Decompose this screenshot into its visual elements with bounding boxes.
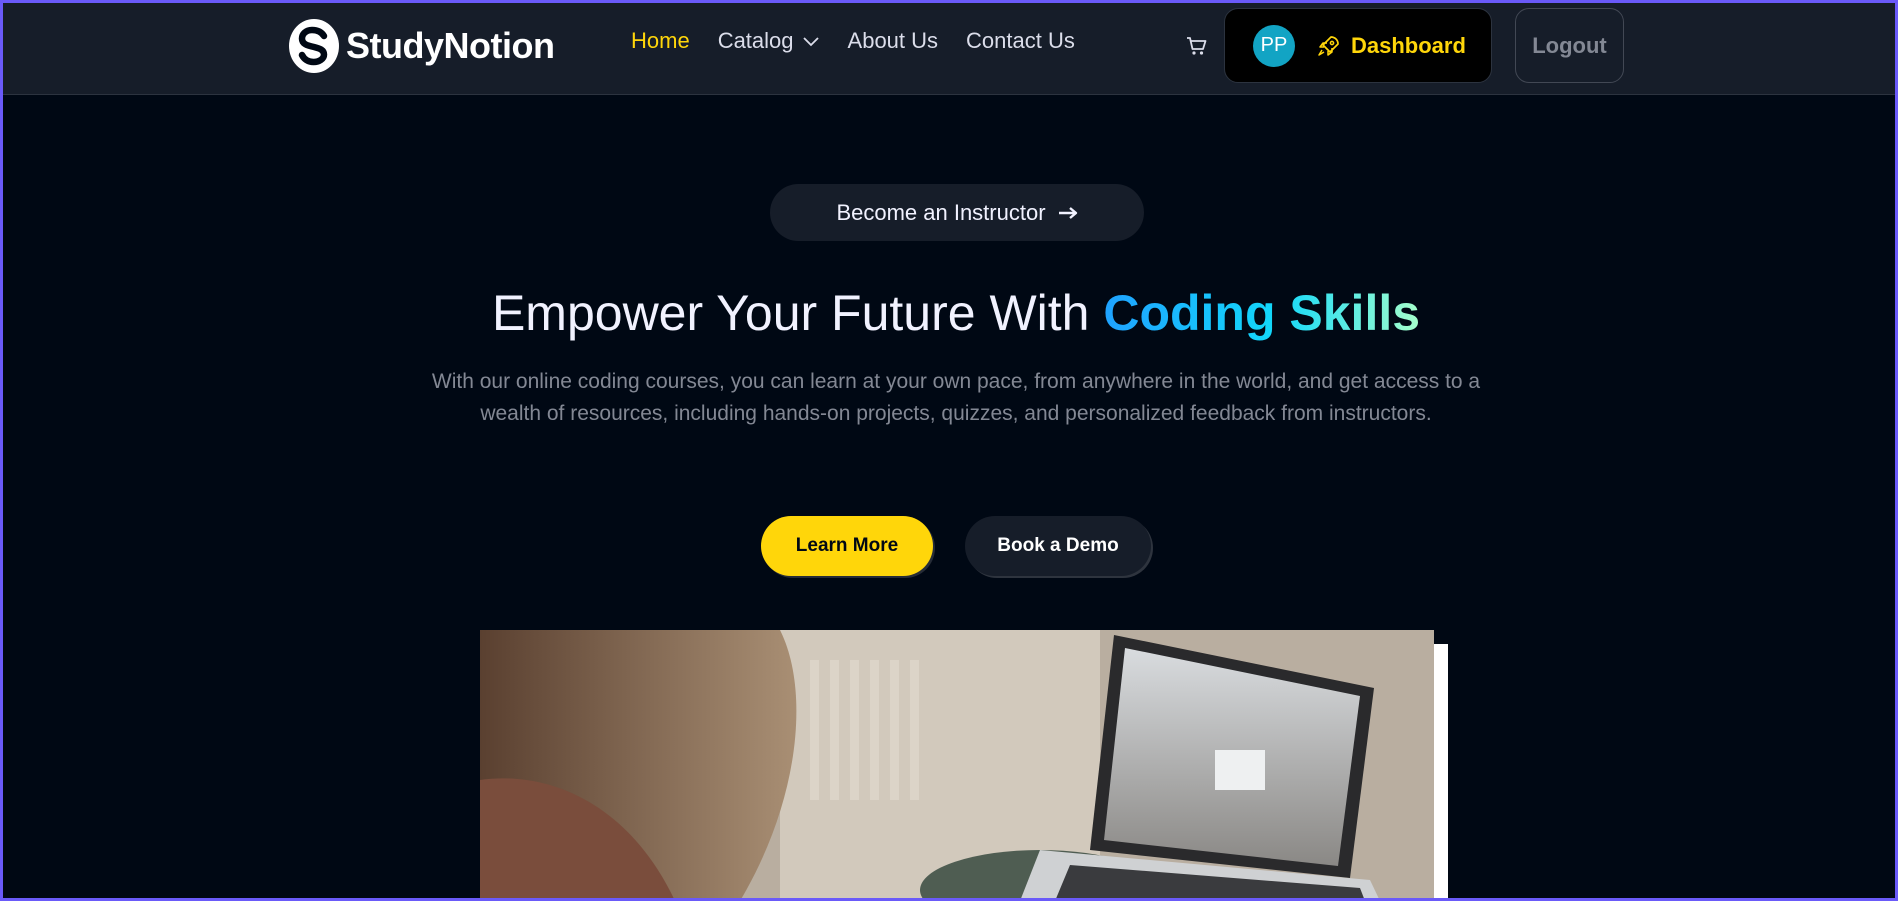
brand-name: StudyNotion [346,25,555,66]
avatar[interactable]: PP [1253,24,1295,67]
become-instructor-label: Become an Instructor [836,199,1046,225]
dashboard-label: Dashboard [1351,32,1466,58]
nav-link-about-us[interactable]: About Us [848,28,939,54]
chevron-down-icon [802,35,820,47]
logout-button[interactable]: Logout [1515,8,1624,83]
become-instructor-button[interactable]: Become an Instructor [770,184,1144,241]
top-navbar: StudyNotion Home Catalog About Us Contac… [0,0,1898,95]
nav-link-home[interactable]: Home [631,28,690,54]
nav-link-catalog[interactable]: Catalog [718,28,820,54]
hero-title-prefix: Empower Your Future With [491,285,1104,341]
hero-video[interactable] [480,630,1434,901]
dashboard-button[interactable]: PP Dashboard [1224,8,1492,83]
logo-mark-icon [289,19,339,73]
rocket-icon [1317,34,1341,58]
video-frame-illustration [480,630,1434,901]
brand-logo[interactable]: StudyNotion [289,18,555,74]
book-demo-button[interactable]: Book a Demo [965,516,1151,576]
hero-subtitle: With our online coding courses, you can … [431,370,1481,425]
nav-link-catalog-label: Catalog [717,28,794,53]
hero-title-highlight: Coding Skills [1103,285,1421,341]
main-nav: Home Catalog About Us Contact Us [631,28,1103,54]
cart-icon[interactable] [1186,35,1208,57]
hero-title: Empower Your Future With Coding Skills [0,284,1898,342]
nav-link-contact-us[interactable]: Contact Us [966,28,1075,54]
arrow-right-icon [1058,206,1078,220]
learn-more-button[interactable]: Learn More [761,516,933,576]
